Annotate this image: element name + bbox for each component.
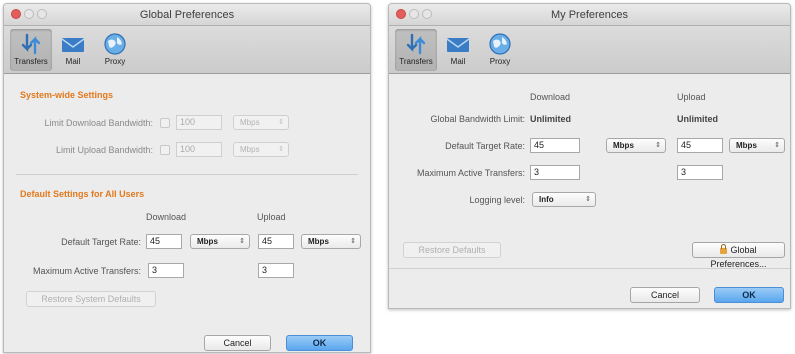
limit-download-field[interactable]: 100 [176,115,222,130]
proxy-icon [489,33,511,55]
upload-bandwidth-limit-value: Unlimited [677,114,719,124]
tab-mail[interactable]: Mail [437,29,479,71]
cancel-button[interactable]: Cancel [204,335,271,351]
download-column-header: Download [146,212,187,222]
upload-target-rate-field[interactable]: 45 [677,138,723,153]
tab-mail[interactable]: Mail [52,29,94,71]
zoom-window-button[interactable] [37,9,47,19]
limit-download-label: Limit Download Bandwidth: [44,118,153,128]
download-rate-unit-select[interactable]: Mbps ⇕ [190,234,250,249]
default-settings-heading: Default Settings for All Users [20,189,145,199]
chevron-updown-icon: ⇕ [350,238,356,245]
minimize-window-button[interactable] [24,9,34,19]
footer-divider [389,268,790,269]
download-column-header: Download [530,92,571,102]
window-title: Global Preferences [139,9,235,21]
limit-upload-unit-value: Mbps [240,145,260,154]
upload-column-header: Upload [257,212,286,222]
upload-target-rate-field[interactable]: 45 [258,234,294,249]
download-target-rate-field[interactable]: 45 [530,138,580,153]
global-preferences-button[interactable]: Global Preferences... [692,242,785,269]
default-target-rate-label: Default Target Rate: [61,237,141,247]
download-max-transfers-field[interactable]: 3 [530,165,580,180]
chevron-updown-icon: ⇕ [585,196,591,203]
tab-proxy-label: Proxy [489,57,511,66]
close-window-button[interactable] [11,9,21,19]
limit-download-checkbox[interactable] [160,118,170,128]
download-bandwidth-limit-value: Unlimited [530,114,572,124]
tab-transfers-label: Transfers [14,57,48,66]
chevron-updown-icon: ⇕ [655,142,661,149]
max-active-transfers-label: Maximum Active Transfers: [416,168,525,178]
title-bar[interactable]: My Preferences [389,4,790,26]
tab-proxy-label: Proxy [104,57,126,66]
tab-proxy[interactable]: Proxy [94,29,136,71]
global-preferences-window: Global Preferences Transfers Mail Proxy [3,3,371,353]
my-preferences-window: My Preferences Transfers Mail Proxy Down… [388,3,791,309]
mail-icon [446,38,470,52]
upload-column-header: Upload [677,92,706,102]
transfers-icon [406,33,426,55]
system-wide-settings-heading: System-wide Settings [20,90,114,100]
max-active-transfers-label: Maximum Active Transfers: [32,266,141,276]
tab-mail-label: Mail [450,57,466,66]
tab-proxy[interactable]: Proxy [479,29,521,71]
chevron-updown-icon: ⇕ [239,238,245,245]
limit-download-unit-select[interactable]: Mbps ⇕ [233,115,289,130]
restore-defaults-button[interactable]: Restore Defaults [403,242,501,258]
default-target-rate-label: Default Target Rate: [445,141,525,151]
download-max-transfers-field[interactable]: 3 [148,263,184,278]
upload-max-transfers-field[interactable]: 3 [258,263,294,278]
upload-rate-unit-select[interactable]: Mbps ⇕ [729,138,785,153]
chevron-updown-icon: ⇕ [774,142,780,149]
close-window-button[interactable] [396,9,406,19]
upload-rate-unit-value: Mbps [308,237,329,246]
transfers-icon [21,33,41,55]
chevron-updown-icon: ⇕ [278,146,284,153]
limit-upload-checkbox[interactable] [160,145,170,155]
preferences-toolbar: Transfers Mail Proxy [389,26,790,74]
chevron-updown-icon: ⇕ [278,119,284,126]
ok-button[interactable]: OK [714,287,784,303]
upload-rate-unit-select[interactable]: Mbps ⇕ [301,234,361,249]
limit-upload-unit-select[interactable]: Mbps ⇕ [233,142,289,157]
cancel-button[interactable]: Cancel [630,287,700,303]
global-bandwidth-limit-label: Global Bandwidth Limit: [430,114,525,124]
upload-max-transfers-field[interactable]: 3 [677,165,723,180]
logging-level-label: Logging level: [469,195,525,205]
section-divider [16,174,358,175]
download-target-rate-field[interactable]: 45 [146,234,182,249]
tab-transfers[interactable]: Transfers [395,29,437,71]
download-rate-unit-value: Mbps [613,141,634,150]
tab-mail-label: Mail [65,57,81,66]
preferences-toolbar: Transfers Mail Proxy [4,26,370,74]
lock-icon [720,244,728,254]
limit-upload-field[interactable]: 100 [176,142,222,157]
minimize-window-button[interactable] [409,9,419,19]
tab-transfers[interactable]: Transfers [10,29,52,71]
mail-icon [61,38,85,52]
zoom-window-button[interactable] [422,9,432,19]
logging-level-value: Info [539,195,554,204]
logging-level-select[interactable]: Info ⇕ [532,192,596,207]
limit-upload-label: Limit Upload Bandwidth: [55,145,153,155]
download-rate-unit-value: Mbps [197,237,218,246]
restore-system-defaults-button[interactable]: Restore System Defaults [26,291,156,307]
ok-button[interactable]: OK [286,335,353,351]
limit-download-unit-value: Mbps [240,118,260,127]
upload-rate-unit-value: Mbps [736,141,757,150]
window-title: My Preferences [550,9,629,21]
proxy-icon [104,33,126,55]
global-preferences-button-label: Global Preferences... [710,245,767,269]
download-rate-unit-select[interactable]: Mbps ⇕ [606,138,666,153]
tab-transfers-label: Transfers [399,57,433,66]
title-bar[interactable]: Global Preferences [4,4,370,26]
